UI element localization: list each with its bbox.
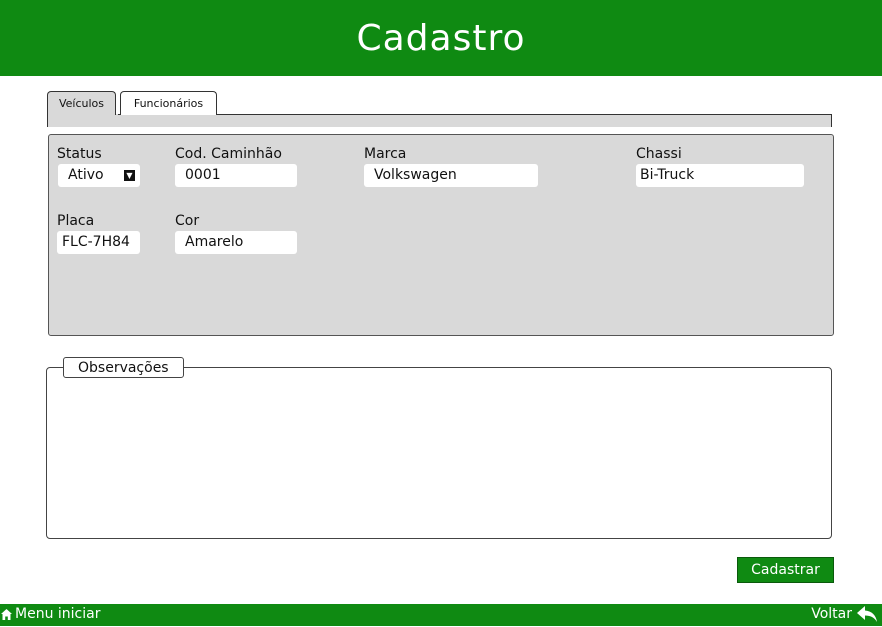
marca-field[interactable]: Volkswagen (364, 164, 538, 187)
cadastrar-button[interactable]: Cadastrar (737, 557, 834, 583)
cod-caminhao-value: 0001 (185, 167, 221, 183)
tabstrip-line (118, 114, 832, 115)
footer-bar: Menu iniciar Voltar (0, 604, 882, 626)
header-bar: Cadastro (0, 0, 882, 76)
observacoes-legend: Observações (63, 357, 184, 378)
dropdown-icon: ▼ (124, 170, 135, 181)
chassi-label: Chassi (636, 146, 682, 162)
tab-funcionarios[interactable]: Funcionários (120, 91, 217, 115)
cod-caminhao-label: Cod. Caminhão (175, 146, 282, 162)
voltar-link[interactable]: Voltar (811, 605, 878, 623)
back-arrow-icon (856, 605, 878, 623)
cod-caminhao-field[interactable]: 0001 (175, 164, 297, 187)
menu-iniciar-label: Menu iniciar (15, 606, 101, 622)
chassi-value: Bi-Truck (640, 167, 695, 183)
voltar-label: Voltar (811, 606, 852, 622)
marca-label: Marca (364, 146, 407, 162)
tab-funcionarios-label: Funcionários (133, 97, 204, 110)
status-label: Status (57, 146, 102, 162)
cor-label: Cor (175, 213, 200, 229)
page-title: Cadastro (356, 17, 526, 59)
menu-iniciar-link[interactable]: Menu iniciar (0, 606, 100, 622)
cor-value: Amarelo (185, 234, 244, 250)
observacoes-textarea[interactable] (46, 367, 832, 539)
status-select[interactable]: Ativo ▼ (58, 164, 140, 187)
status-value: Ativo (68, 167, 104, 183)
placa-field[interactable]: FLC-7H84 (57, 231, 140, 254)
home-icon (0, 608, 13, 621)
chassi-field[interactable]: Bi-Truck (636, 164, 804, 187)
tab-veiculos-label: Veículos (58, 97, 105, 110)
placa-label: Placa (57, 213, 95, 229)
tab-content-strip (47, 114, 832, 127)
cor-field[interactable]: Amarelo (175, 231, 297, 254)
tab-veiculos[interactable]: Veículos (47, 91, 116, 115)
tabstrip-edge (831, 114, 832, 127)
vehicle-form-panel: Status Ativo ▼ Cod. Caminhão 0001 Marca … (48, 134, 834, 336)
placa-value: FLC-7H84 (62, 234, 130, 250)
marca-value: Volkswagen (374, 167, 457, 183)
